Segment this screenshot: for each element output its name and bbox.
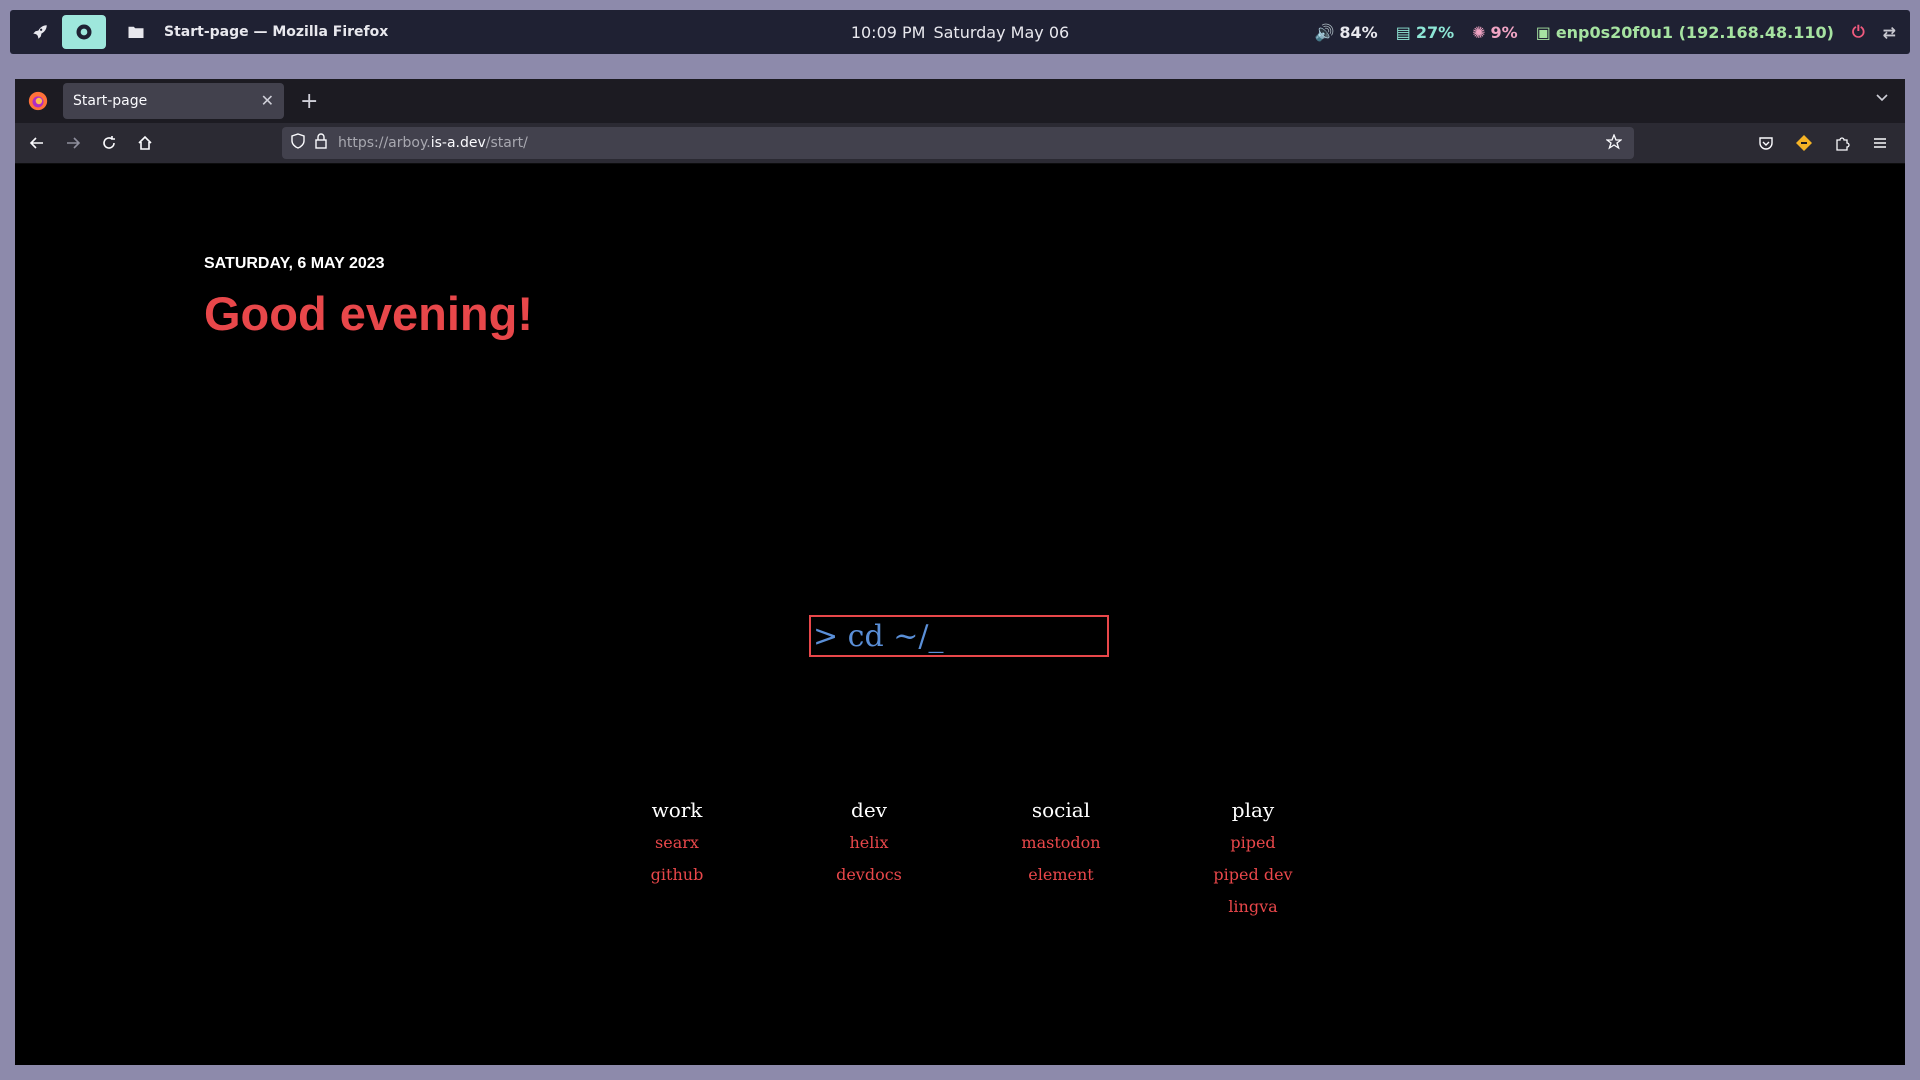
url-text[interactable]: https://arboy.is-a.dev/start/ [338,135,528,151]
search-prompt[interactable] [809,615,1109,657]
column-dev: dev helix devdocs [773,793,965,923]
link-github[interactable]: github [651,859,704,891]
cpu-status: ✺ 9% [1472,23,1518,42]
link-lingva[interactable]: lingva [1228,891,1277,923]
column-title: social [1031,798,1091,822]
power-icon[interactable]: ⏻ [1852,22,1865,42]
reload-icon[interactable] [91,127,127,159]
link-searx[interactable]: searx [655,827,699,859]
url-domain: is-a.dev [430,135,486,151]
close-tab-icon[interactable]: ✕ [261,91,274,110]
volume-icon: 🔊 [1314,22,1335,42]
column-social: social mastodon element [965,793,1157,923]
home-icon[interactable] [127,127,163,159]
bookmark-star-icon[interactable] [1605,133,1623,154]
new-tab-icon[interactable]: + [300,89,318,114]
column-title: dev [851,798,887,822]
link-element[interactable]: element [1028,859,1093,891]
search-input[interactable] [813,618,1107,654]
date-heading: SATURDAY, 6 MAY 2023 [204,255,385,272]
firefox-window: Start-page ✕ + https://arboy.is-a.dev/st… [15,79,1905,1065]
tab-title: Start-page [73,93,148,109]
forward-icon[interactable] [55,127,91,159]
back-icon[interactable] [19,127,55,159]
navigation-bar: https://arboy.is-a.dev/start/ [15,123,1905,164]
extension-badge-icon[interactable] [1787,127,1821,159]
volume-value: 84% [1339,22,1378,42]
cpu-value: 9% [1490,22,1518,42]
chevron-down-icon[interactable] [1875,89,1889,108]
tab-start-page[interactable]: Start-page ✕ [63,83,284,119]
memory-status: ▤ 27% [1396,23,1454,42]
link-helix[interactable]: helix [849,827,888,859]
firefox-logo-icon[interactable] [27,90,49,112]
link-columns: work searx github dev helix devdocs soci… [581,793,1349,923]
link-piped[interactable]: piped [1230,827,1275,859]
start-page-content: SATURDAY, 6 MAY 2023 Good evening! work … [15,164,1905,1065]
extensions-puzzle-icon[interactable] [1825,127,1859,159]
link-devdocs[interactable]: devdocs [836,859,902,891]
column-title: work [651,798,703,822]
window-title: Start-page — Mozilla Firefox [164,24,389,40]
tab-bar: Start-page ✕ + [15,79,1905,123]
rocket-icon[interactable] [24,16,56,48]
url-suffix: /start/ [485,135,528,151]
link-piped-dev[interactable]: piped dev [1213,859,1292,891]
firefox-app-icon[interactable] [62,15,106,49]
folder-icon[interactable] [120,16,152,48]
url-bar[interactable]: https://arboy.is-a.dev/start/ [282,127,1634,159]
column-work: work searx github [581,793,773,923]
clock-date: Saturday May 06 [933,22,1070,42]
memory-icon: ▤ [1395,22,1411,42]
network-icon: ▣ [1535,22,1551,42]
status-area: 🔊 84% ▤ 27% ✺ 9% ▣ enp0s20f0u1 (192.168.… [1314,10,1896,54]
column-play: play piped piped dev lingva [1157,793,1349,923]
cpu-icon: ✺ [1472,22,1486,42]
greeting-heading: Good evening! [204,287,533,340]
pocket-icon[interactable] [1749,127,1783,159]
exit-icon[interactable]: ⇄ [1883,23,1896,42]
toolbar-right [1749,127,1897,159]
lock-icon[interactable] [314,133,328,153]
network-status: ▣ enp0s20f0u1 (192.168.48.110) [1536,23,1834,42]
system-top-bar: Start-page — Mozilla Firefox 10:09 PM Sa… [10,10,1910,54]
url-prefix: https://arboy. [338,135,431,151]
network-value: enp0s20f0u1 (192.168.48.110) [1555,22,1834,42]
memory-value: 27% [1415,22,1455,42]
volume-status[interactable]: 🔊 84% [1314,23,1377,42]
shield-icon[interactable] [290,133,306,153]
hamburger-menu-icon[interactable] [1863,127,1897,159]
clock-time: 10:09 PM [850,22,926,42]
column-title: play [1231,798,1275,822]
link-mastodon[interactable]: mastodon [1021,827,1100,859]
